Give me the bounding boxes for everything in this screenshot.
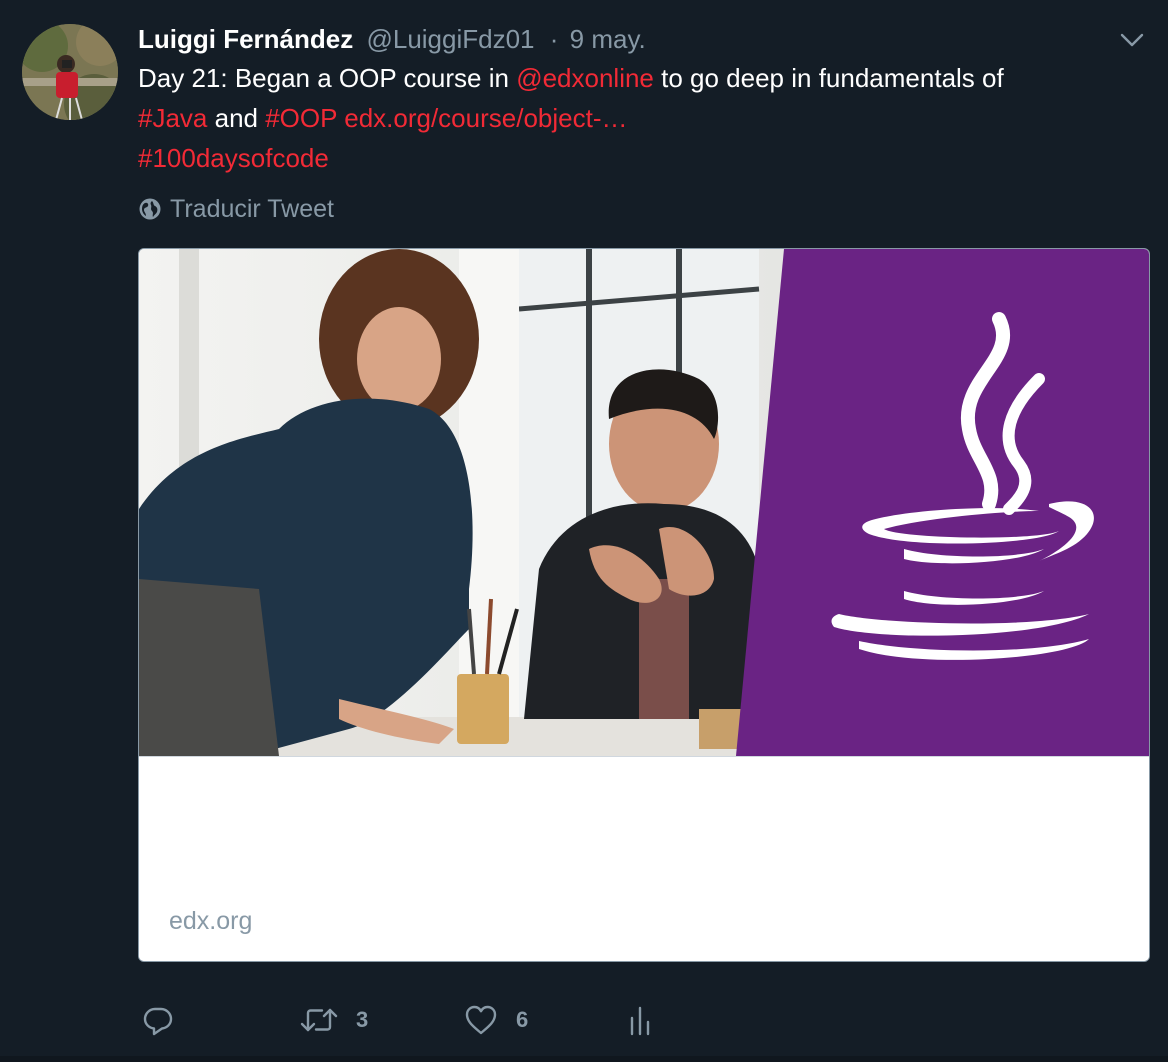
mention-link[interactable]: @edxonline (516, 63, 654, 93)
avatar-photo (22, 24, 118, 120)
analytics-icon (630, 1006, 650, 1036)
card-body: edx.org (139, 756, 1149, 961)
tweet[interactable]: Luiggi Fernández @LuiggiFdz01 · 9 may. D… (0, 0, 1168, 1062)
tweet-actions: 3 6 (138, 996, 738, 1044)
globe-icon (139, 198, 161, 220)
hashtag-oop-link[interactable]: #OOP (265, 103, 337, 133)
more-options-chevron-icon[interactable] (1118, 26, 1146, 54)
java-course-image (139, 249, 1149, 756)
link-preview-card[interactable]: edx.org (138, 248, 1150, 962)
translate-tweet-link[interactable]: Traducir Tweet (138, 192, 334, 226)
tweet-divider (0, 1056, 1168, 1062)
card-domain: edx.org (169, 907, 253, 935)
separator-dot: · (549, 24, 559, 54)
tweet-text-line-2: #Java and #OOP edx.org/course/object-… (138, 98, 1128, 138)
analytics-button[interactable] (628, 996, 652, 1044)
reply-icon (143, 1007, 173, 1036)
text-fragment: to go deep in fundamentals of (653, 63, 1004, 93)
text-fragment: and (207, 103, 266, 133)
heart-icon (465, 1005, 497, 1035)
tweet-text-line-3: #100daysofcode (138, 138, 1128, 178)
translate-label: Traducir Tweet (170, 195, 334, 223)
hashtag-java-link[interactable]: #Java (138, 103, 207, 133)
tweet-text: Day 21: Began a OOP course in @edxonline… (138, 58, 1128, 178)
like-count: 6 (516, 1007, 529, 1032)
retweet-icon (300, 1008, 338, 1032)
tweet-timestamp[interactable]: 9 may. (570, 24, 646, 54)
user-handle[interactable]: @LuiggiFdz01 (366, 24, 534, 54)
hashtag-100daysofcode-link[interactable]: #100daysofcode (138, 143, 329, 173)
retweet-button[interactable]: 3 (300, 996, 368, 1044)
url-link[interactable]: edx.org/course/object-… (344, 103, 627, 133)
text-fragment: Day 21: Began a OOP course in (138, 63, 517, 93)
display-name[interactable]: Luiggi Fernández (138, 24, 353, 54)
tweet-text-line-1: Day 21: Began a OOP course in @edxonline… (138, 58, 1128, 98)
retweet-count: 3 (356, 1007, 369, 1032)
card-image (139, 249, 1149, 756)
tweet-header: Luiggi Fernández @LuiggiFdz01 · 9 may. (138, 22, 646, 56)
reply-button[interactable] (142, 996, 192, 1044)
avatar[interactable] (22, 24, 118, 120)
like-button[interactable]: 6 (464, 996, 528, 1044)
